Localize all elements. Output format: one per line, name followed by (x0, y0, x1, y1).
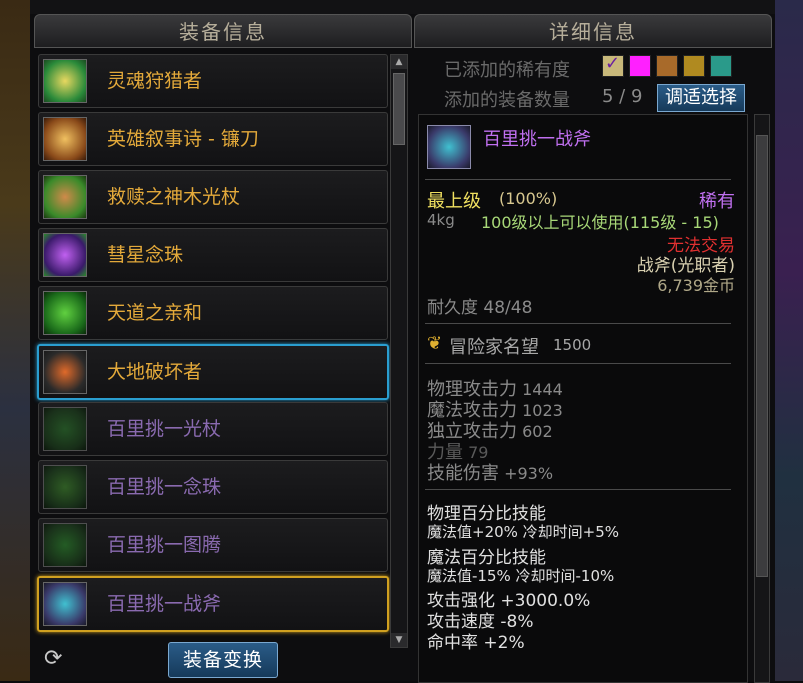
equip-item[interactable]: 英雄叙事诗 - 镰刀 (38, 112, 388, 166)
equip-item-label: 百里挑一图腾 (107, 534, 222, 556)
rarity-swatch[interactable] (683, 55, 705, 77)
staff-icon (43, 407, 87, 451)
rosary-icon (43, 465, 87, 509)
scroll-thumb[interactable] (393, 73, 405, 145)
item-grade: 最上级 (427, 191, 481, 212)
swap-equipment-button[interactable]: 装备变换 (168, 642, 278, 678)
item-grade-percent: (100%) (499, 189, 558, 208)
detail-panel: 详细信息 已添加的稀有度 ✓ 添加的装备数量 5 / 9 调适选择 百里挑一战斧… (414, 14, 772, 683)
rarity-swatch[interactable] (629, 55, 651, 77)
item-name: 百里挑一战斧 (483, 129, 591, 150)
equip-item-selected[interactable]: 大地破坏者 (37, 344, 389, 400)
count-label: 添加的装备数量 (444, 90, 570, 111)
scroll-thumb[interactable] (756, 135, 768, 577)
rosary-icon (43, 233, 87, 277)
effect-line: 魔法值+20% 冷却时间+5% (427, 523, 620, 541)
detail-panel-title: 详细信息 (414, 14, 772, 48)
equip-item-label: 百里挑一念珠 (107, 476, 222, 498)
equip-item[interactable]: 救赎之神木光杖 (38, 170, 388, 224)
equip-item[interactable]: 百里挑一念珠 (38, 460, 388, 514)
battleaxe-icon (43, 582, 87, 626)
refresh-icon[interactable]: ⟳ (44, 646, 62, 671)
equip-item-label: 天道之亲和 (107, 302, 203, 324)
rarity-swatch[interactable] (710, 55, 732, 77)
fame-icon: ❦ (427, 333, 443, 354)
totem-icon (43, 523, 87, 567)
scroll-down-icon[interactable]: ▼ (391, 633, 407, 647)
scroll-up-icon[interactable]: ▲ (391, 55, 407, 69)
item-level-requirement: 100级以上可以使用(115级 - 15) (481, 213, 719, 232)
scythe-icon (43, 117, 87, 161)
count-value: 5 / 9 (602, 86, 643, 107)
rarity-swatch-checked[interactable]: ✓ (602, 53, 624, 77)
item-weight: 4kg (427, 211, 455, 229)
detail-scrollbar[interactable] (754, 114, 770, 683)
equip-item-label: 百里挑一光杖 (107, 418, 222, 440)
wooden-staff-icon (43, 175, 87, 219)
equip-item[interactable]: 天道之亲和 (38, 286, 388, 340)
equip-item-label: 灵魂狩猎者 (107, 70, 203, 92)
divider (425, 489, 731, 490)
item-detail-box: 百里挑一战斧 最上级 (100%) 稀有 4kg 100级以上可以使用(115级… (418, 114, 748, 683)
equipment-panel: 装备信息 灵魂狩猎者 英雄叙事诗 - 镰刀 救赎之神木光杖 彗星念珠 天道之亲和… (34, 14, 412, 681)
equipment-scrollbar[interactable]: ▲ ▼ (390, 54, 408, 648)
axe-icon (43, 350, 87, 394)
divider (425, 179, 731, 180)
equip-item[interactable]: 百里挑一光杖 (38, 402, 388, 456)
equip-item[interactable]: 彗星念珠 (38, 228, 388, 282)
effect-line: 魔法值-15% 冷却时间-10% (427, 567, 615, 585)
background-left (0, 0, 30, 681)
background-right (775, 0, 803, 681)
top-bar (30, 0, 775, 15)
divider (425, 323, 731, 324)
soul-hunter-icon (43, 59, 87, 103)
rarity-label: 已添加的稀有度 (444, 60, 570, 81)
fame-value: 1500 (553, 336, 592, 354)
item-price: 6,739金币 (657, 276, 735, 295)
equip-item-label: 彗星念珠 (107, 244, 184, 266)
equip-item-label: 救赎之神木光杖 (107, 186, 241, 208)
equip-item-selected[interactable]: 百里挑一战斧 (37, 576, 389, 632)
equip-item-label: 大地破坏者 (107, 361, 203, 383)
divider (425, 363, 731, 364)
item-durability: 耐久度 48/48 (427, 298, 533, 318)
equip-item[interactable]: 百里挑一图腾 (38, 518, 388, 572)
rarity-swatch[interactable] (656, 55, 678, 77)
battleaxe-icon (427, 125, 471, 169)
check-icon: ✓ (605, 53, 621, 74)
fame-label: 冒险家名望 (449, 337, 539, 358)
equip-item-label: 百里挑一战斧 (107, 593, 222, 615)
equip-item-label: 英雄叙事诗 - 镰刀 (107, 128, 259, 150)
equipment-panel-title: 装备信息 (34, 14, 412, 48)
totem-icon (43, 291, 87, 335)
stat-row: 技能伤害 +93% (427, 463, 554, 484)
equip-item[interactable]: 灵魂狩猎者 (38, 54, 388, 108)
adjust-selection-button[interactable]: 调适选择 (657, 84, 745, 112)
effect-line: 命中率 +2% (427, 633, 525, 653)
